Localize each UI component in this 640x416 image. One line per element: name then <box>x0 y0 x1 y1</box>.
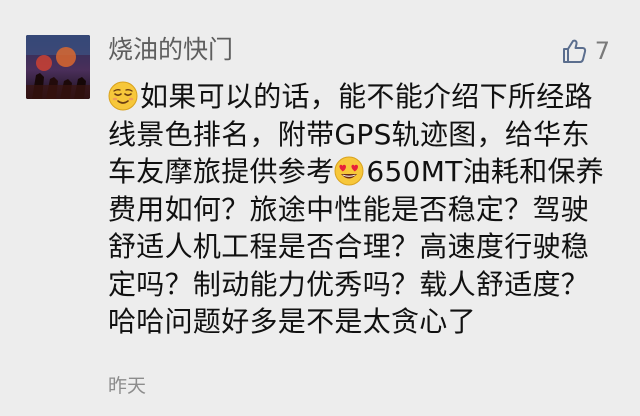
avatar-photo <box>26 35 90 99</box>
comment-time: 昨天 <box>108 375 147 397</box>
user-avatar[interactable] <box>26 35 90 99</box>
author-name[interactable]: 烧油的快门 <box>108 34 233 66</box>
comment-text: 如果可以的话，能不能介绍下所经路线景色排名，附带GPS轨迹图，给华东车友摩旅提供… <box>108 78 616 341</box>
like-button[interactable]: 7 <box>561 36 610 66</box>
thumbs-up-icon <box>562 39 586 63</box>
heart-eyes-emoji <box>334 156 364 186</box>
comment-item: 烧油的快门 7 如果可以的话，能不能介绍下所经路线景色排名，附带GPS轨迹图，给… <box>0 0 640 416</box>
like-count: 7 <box>594 37 610 65</box>
relieved-face-emoji <box>108 81 138 111</box>
